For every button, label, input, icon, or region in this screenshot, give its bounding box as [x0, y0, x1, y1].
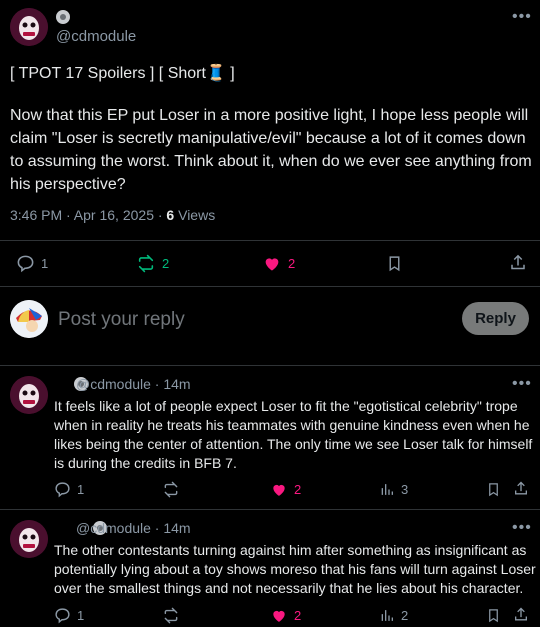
- reply-count: 1: [41, 256, 49, 271]
- post-body: Now that this EP put Loser in a more pos…: [10, 107, 532, 193]
- divider: [0, 365, 540, 366]
- bookmark-icon: [389, 256, 400, 272]
- repost-icon: [164, 607, 178, 624]
- comment-bookmark-action[interactable]: [486, 481, 501, 498]
- comment-repost-action[interactable]: [162, 481, 180, 498]
- views-count: 2: [401, 608, 409, 623]
- views-icon: [381, 484, 393, 495]
- comment-avatar[interactable]: [10, 376, 48, 414]
- reply-icon: [55, 608, 70, 624]
- more-options-icon[interactable]: •••: [512, 375, 532, 393]
- repost-action[interactable]: 2: [136, 254, 169, 273]
- post-timestamp[interactable]: 3:46 PM · Apr 16, 2025 ·: [10, 207, 166, 223]
- repost-icon: [138, 254, 154, 273]
- post-meta: 3:46 PM · Apr 16, 2025 · 6 Views: [10, 207, 215, 223]
- comment-bookmark-action[interactable]: [486, 607, 501, 624]
- comment-text: The other contestants turning against hi…: [54, 542, 536, 596]
- comment-views-action[interactable]: 2: [379, 607, 408, 624]
- views-label: Views: [174, 207, 216, 223]
- more-options-icon[interactable]: •••: [512, 8, 532, 26]
- post-title-line: [ TPOT 17 Spoilers ] [ Short🧵 ]: [10, 65, 235, 82]
- divider: [0, 286, 540, 287]
- repost-icon: [164, 481, 178, 498]
- bookmark-icon: [489, 609, 498, 623]
- reply-icon: [17, 255, 34, 273]
- comment-views-action[interactable]: 3: [379, 481, 408, 498]
- reply-button[interactable]: Reply: [462, 302, 529, 335]
- reply-input[interactable]: Post your reply: [58, 309, 185, 331]
- like-action[interactable]: 2: [262, 254, 295, 273]
- heart-icon: [273, 610, 285, 622]
- divider: [0, 509, 540, 510]
- comment-like-action[interactable]: 2: [270, 607, 301, 624]
- comment-share-action[interactable]: [513, 480, 529, 497]
- heart-icon: [265, 258, 279, 271]
- comment-repost-action[interactable]: [162, 607, 180, 624]
- verified-badge-icon: [56, 10, 70, 24]
- current-user-avatar[interactable]: [10, 300, 48, 338]
- comment-text: It feels like a lot of people expect Los…: [54, 398, 533, 471]
- comment-reply-action[interactable]: 1: [54, 607, 84, 624]
- comment-reply-action[interactable]: 1: [54, 481, 84, 498]
- more-options-icon[interactable]: •••: [512, 519, 532, 537]
- reply-action[interactable]: 1: [16, 254, 48, 273]
- divider: [0, 240, 540, 241]
- author-handle[interactable]: @cdmodule: [56, 28, 136, 45]
- reply-count: 1: [77, 482, 85, 497]
- share-icon: [515, 607, 527, 621]
- bookmark-icon: [489, 483, 498, 497]
- comment-handle[interactable]: @cdmodule · 14m: [76, 376, 191, 392]
- comment-share-action[interactable]: [513, 606, 529, 623]
- share-icon: [511, 254, 525, 270]
- like-count: 2: [294, 482, 302, 497]
- reply-icon: [55, 482, 70, 498]
- views-count: 3: [401, 482, 409, 497]
- comment-handle[interactable]: @cdmodule · 14m: [76, 520, 191, 536]
- reply-count: 1: [77, 608, 85, 623]
- like-count: 2: [294, 608, 302, 623]
- heart-icon: [273, 484, 285, 496]
- bookmark-action[interactable]: [386, 254, 403, 273]
- share-icon: [515, 481, 527, 495]
- views-icon: [381, 610, 393, 621]
- comment-avatar[interactable]: [10, 520, 48, 558]
- comment-like-action[interactable]: 2: [270, 481, 301, 498]
- repost-count: 2: [162, 256, 170, 271]
- author-avatar[interactable]: [10, 8, 48, 46]
- like-count: 2: [288, 256, 296, 271]
- share-action[interactable]: [509, 253, 527, 272]
